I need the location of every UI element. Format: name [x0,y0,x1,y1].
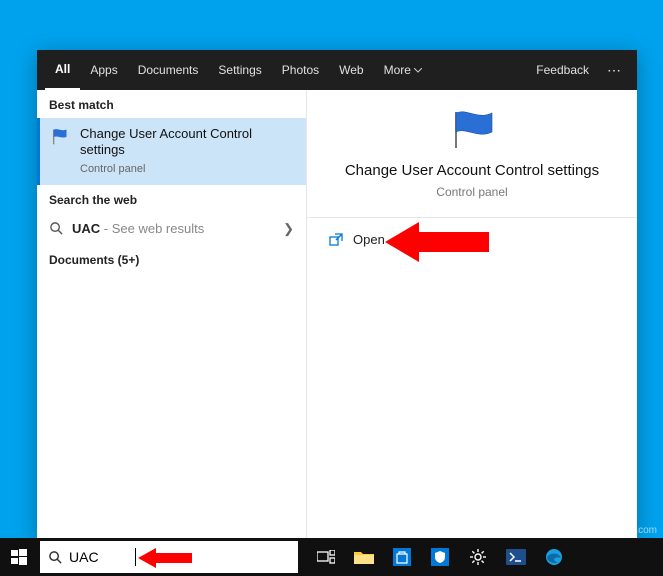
windows-logo-icon [11,549,27,565]
feedback-button[interactable]: Feedback [526,50,599,90]
search-icon [48,550,63,565]
settings-button[interactable] [460,538,496,576]
watermark: wsxdn.com [607,525,657,536]
taskbar-pinned-apps [308,538,572,576]
tab-settings[interactable]: Settings [208,50,271,90]
chevron-down-icon [414,68,422,73]
start-button[interactable] [0,538,38,576]
folder-icon [354,549,374,565]
tab-more-label: More [384,63,411,77]
security-button[interactable] [422,538,458,576]
open-action[interactable]: Open [307,218,637,261]
search-tabs: All Apps Documents Settings Photos Web M… [37,50,637,90]
best-match-heading: Best match [37,90,306,118]
result-detail-pane: Change User Account Control settings Con… [307,90,637,538]
open-external-icon [329,233,343,247]
search-web-heading: Search the web [37,185,306,213]
web-result-query: UAC [72,221,100,236]
best-match-result[interactable]: Change User Account Control settings Con… [37,118,306,185]
tab-apps[interactable]: Apps [80,50,127,90]
search-results-panel: All Apps Documents Settings Photos Web M… [37,50,637,538]
detail-subtitle: Control panel [436,185,507,199]
shield-icon [431,548,449,566]
web-result[interactable]: UAC - See web results ❯ [37,213,306,245]
file-explorer-button[interactable] [346,538,382,576]
documents-heading: Documents (5+) [37,245,306,273]
uac-shield-flag-icon [446,108,498,150]
terminal-icon [506,549,526,565]
best-match-subtitle: Control panel [80,163,296,175]
microsoft-store-button[interactable] [384,538,420,576]
taskbar-search-box[interactable] [40,541,298,573]
search-icon [49,221,64,236]
tab-photos[interactable]: Photos [272,50,329,90]
task-view-icon [317,550,335,564]
detail-title: Change User Account Control settings [325,162,619,179]
uac-shield-flag-icon [50,126,72,148]
tab-web[interactable]: Web [329,50,373,90]
tab-documents[interactable]: Documents [128,50,209,90]
annotation-arrow [385,220,495,264]
taskbar-search-input[interactable] [69,549,129,565]
store-icon [393,548,411,566]
tab-all[interactable]: All [45,50,80,90]
powershell-button[interactable] [498,538,534,576]
edge-button[interactable] [536,538,572,576]
results-list: Best match Change User Account Control s… [37,90,307,538]
task-view-button[interactable] [308,538,344,576]
best-match-title: Change User Account Control settings [80,126,296,159]
open-action-label: Open [353,232,385,247]
taskbar [0,538,663,576]
annotation-arrow [138,547,194,569]
edge-icon [545,548,563,566]
gear-icon [469,548,487,566]
chevron-right-icon: ❯ [283,221,294,237]
more-options-button[interactable]: ⋯ [599,62,629,79]
web-result-hint: - See web results [100,221,204,236]
text-caret [135,548,136,566]
tab-more[interactable]: More [374,50,432,90]
